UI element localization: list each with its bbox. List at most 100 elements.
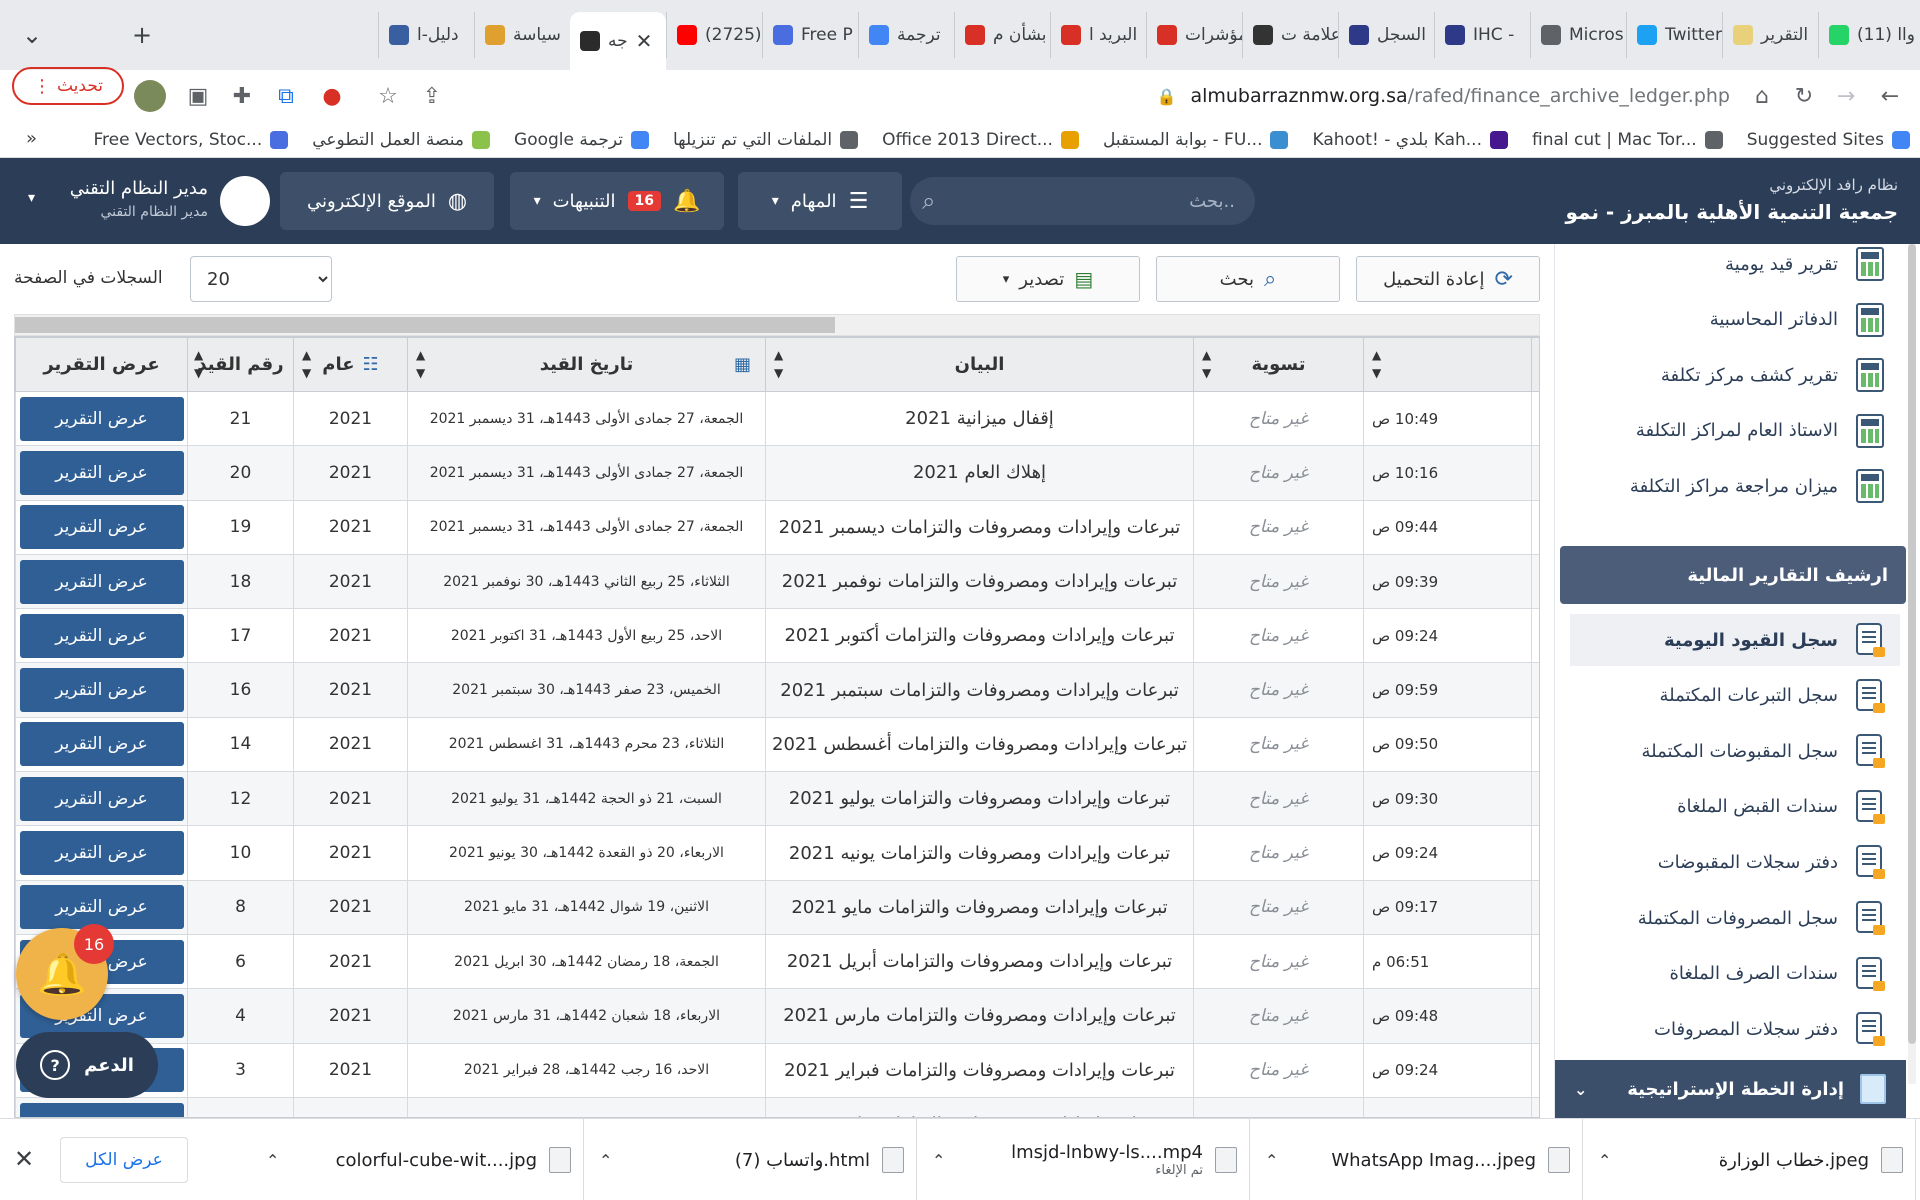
view-report-button[interactable]: عرض التقرير [19,613,184,658]
close-tab-icon[interactable]: ✕ [636,29,653,53]
browser-tab[interactable]: التقرير [1722,12,1818,58]
sidebar-item[interactable]: الدفاتر المحاسبية [1570,294,1900,346]
sidebar-item[interactable]: تقرير قيد يومية [1570,244,1900,290]
view-report-button[interactable]: عرض التقرير [19,1102,184,1117]
column-time[interactable]: ▲ ▼ [1363,337,1532,392]
share-icon[interactable]: ⇪ [416,80,448,112]
chevron-up-icon[interactable]: ⌃ [1265,1151,1278,1170]
browser-tab[interactable]: Free P [762,12,858,58]
more-bookmarks-icon[interactable]: » [26,128,37,149]
browser-tab[interactable]: ترجمة [858,12,954,58]
close-downloads-icon[interactable]: ✕ [14,1145,34,1173]
view-report-button[interactable]: عرض التقرير [19,396,184,441]
sidebar-item[interactable]: ميزان مراجعة مراكز التكلفة [1570,460,1900,512]
sidebar-archive-item[interactable]: سجل المصروفات المكتملة [1570,892,1900,944]
column-desc[interactable]: ▲ ▼ البيان [765,337,1194,392]
sidebar-archive-item[interactable]: سجل المقبوضات المكتملة [1570,725,1900,777]
view-report-button[interactable]: عرض التقرير [19,559,184,604]
browser-tab[interactable]: دليل-ا [378,12,474,58]
column-num[interactable]: ▲ ▼ رقم القيد [187,337,294,392]
download-item[interactable]: واتساب (7).html ⌃ [587,1119,917,1200]
sidebar-scroll-thumb[interactable] [1908,244,1916,1044]
column-date[interactable]: ▲ ▼ ▦ تاريخ القيد [407,337,766,392]
browser-tab[interactable]: علامة ت [1242,12,1338,58]
translate-extension-icon[interactable]: ⧉ [270,80,302,112]
chevron-up-icon[interactable]: ⌃ [266,1151,279,1170]
chevron-up-icon[interactable]: ⌃ [1598,1151,1611,1170]
forward-arrow-icon[interactable]: → [1830,80,1862,112]
notifications-button[interactable]: ▾ التنبيهات 16 🔔 [510,172,724,230]
browser-tab[interactable]: (11) واا [1818,12,1914,58]
home-icon[interactable]: ⌂ [1746,80,1778,112]
bookmark-item[interactable]: Kahoot! - بلدي Kah... [1312,130,1508,150]
update-button[interactable]: ⋮ تحديث [12,67,124,105]
view-report-button[interactable]: عرض التقرير [19,831,184,876]
column-search[interactable]: ⌕ [1531,337,1539,392]
browser-tab[interactable]: Micros [1530,12,1626,58]
browser-tab[interactable]: Twitter [1626,12,1722,58]
bookmark-item[interactable]: منصة العمل التطوعي [312,130,491,150]
sidebar-footer-strategic[interactable]: إدارة الخطة الإستراتيجية ⌄ [1555,1060,1906,1118]
tab-search-chevron-icon[interactable]: ⌄ [14,17,50,53]
floating-notifications-button[interactable]: 🔔 16 [16,924,114,1020]
header-search-input[interactable] [965,177,1235,225]
bookmark-item[interactable]: بوابة المستقبل - FU... [1103,130,1289,150]
support-button[interactable]: ? الدعم [16,1032,158,1098]
view-report-button[interactable]: عرض التقرير [19,722,184,767]
view-report-button[interactable]: عرض التقرير [19,505,184,550]
download-item[interactable]: خطاب الوزارة.jpeg ⌃ [1586,1119,1916,1200]
table-scroll-thumb[interactable] [15,317,835,333]
chevron-up-icon[interactable]: ⌃ [599,1151,612,1170]
sidebar-item[interactable]: تقرير كشف مركز تكلفة [1570,349,1900,401]
browser-tab[interactable]: السجل [1338,12,1434,58]
export-button[interactable]: ▾ تصدير ▤ [956,256,1140,302]
back-arrow-icon[interactable]: ← [1874,80,1906,112]
tasks-button[interactable]: ▾ المهام ☰ [738,172,902,230]
browser-tab[interactable]: سياسة [474,12,570,58]
column-year[interactable]: ▲ ▼ ☷ عام [293,337,408,392]
column-settle[interactable]: ▲ ▼ تسوية [1193,337,1364,392]
browser-tab[interactable]: (2725) [666,12,762,58]
sidebar-archive-item[interactable]: دفتر سجلات المقبوضات [1570,836,1900,888]
reload-button[interactable]: إعادة التحميل ⟳ [1356,256,1540,302]
sidebar-archive-item[interactable]: سندات الصرف الملغاة [1570,948,1900,1000]
download-item[interactable]: colorful-cube-wit....jpg ⌃ [254,1119,584,1200]
profile-avatar-icon[interactable] [134,80,166,112]
bookmark-item[interactable]: Google ترجمة [514,130,649,150]
show-all-downloads-button[interactable]: عرض الكل [60,1137,188,1183]
sidebar-archive-item[interactable]: سجل التبرعات المكتملة [1570,670,1900,722]
bookmark-item[interactable]: الملفات التي تم تنزيلها [673,130,859,150]
browser-tab[interactable]: جه ✕ [570,12,666,70]
bookmark-item[interactable]: Free Vectors, Stoc... [94,130,289,150]
bookmark-item[interactable]: final cut | Mac Tor... [1532,130,1723,150]
sidebar-archive-item[interactable]: سندات القبض الملغاة [1570,781,1900,833]
sidebar-panel-icon[interactable]: ▣ [182,80,214,112]
bookmark-item[interactable]: Office 2013 Direct... [882,130,1079,150]
bookmark-item[interactable]: Suggested Sites [1747,130,1910,150]
table-horizontal-scrollbar[interactable] [14,314,1540,336]
browser-tab[interactable]: بشأن م [954,12,1050,58]
address-bar[interactable]: 🔒 almubarraznmw.org.sa/rafed/finance_arc… [1030,70,1730,122]
per-page-select[interactable]: 20 [190,256,332,302]
chevron-up-icon[interactable]: ⌃ [932,1151,945,1170]
new-tab-plus-icon[interactable]: + [124,17,160,53]
brand[interactable]: نظام رافد الإلكتروني جمعية التنمية الأهل… [1566,176,1899,224]
browser-tab[interactable]: IHC - [1434,12,1530,58]
bookmark-star-icon[interactable]: ☆ [372,80,404,112]
user-menu[interactable]: مدير النظام التقني مدير النظام التقني ▾ [20,176,270,230]
sidebar-item[interactable]: الاستاذ العام لمراكز التكلفة [1570,405,1900,457]
view-report-button[interactable]: عرض التقرير [19,450,184,495]
reload-icon[interactable]: ↻ [1788,80,1820,112]
opera-extension-icon[interactable]: ● [316,80,348,112]
download-item[interactable]: lmsjd-lnbwy-ls....mp4 تم الإلغاء ⌃ [920,1119,1250,1200]
download-item[interactable]: WhatsApp Imag....jpeg ⌃ [1253,1119,1583,1200]
website-button[interactable]: الموقع الإلكتروني ◍ [280,172,494,230]
browser-tab[interactable]: مؤشرات [1146,12,1242,58]
view-report-button[interactable]: عرض التقرير [19,776,184,821]
sidebar-archive-item[interactable]: دفتر سجلات المصروفات [1570,1003,1900,1055]
view-report-button[interactable]: عرض التقرير [19,885,184,930]
browser-tab[interactable]: البريد ا [1050,12,1146,58]
search-button[interactable]: بحث ⌕ [1156,256,1340,302]
extensions-puzzle-icon[interactable]: ✚ [226,80,258,112]
sidebar-section-header[interactable]: ارشيف التقارير المالية [1560,546,1906,604]
